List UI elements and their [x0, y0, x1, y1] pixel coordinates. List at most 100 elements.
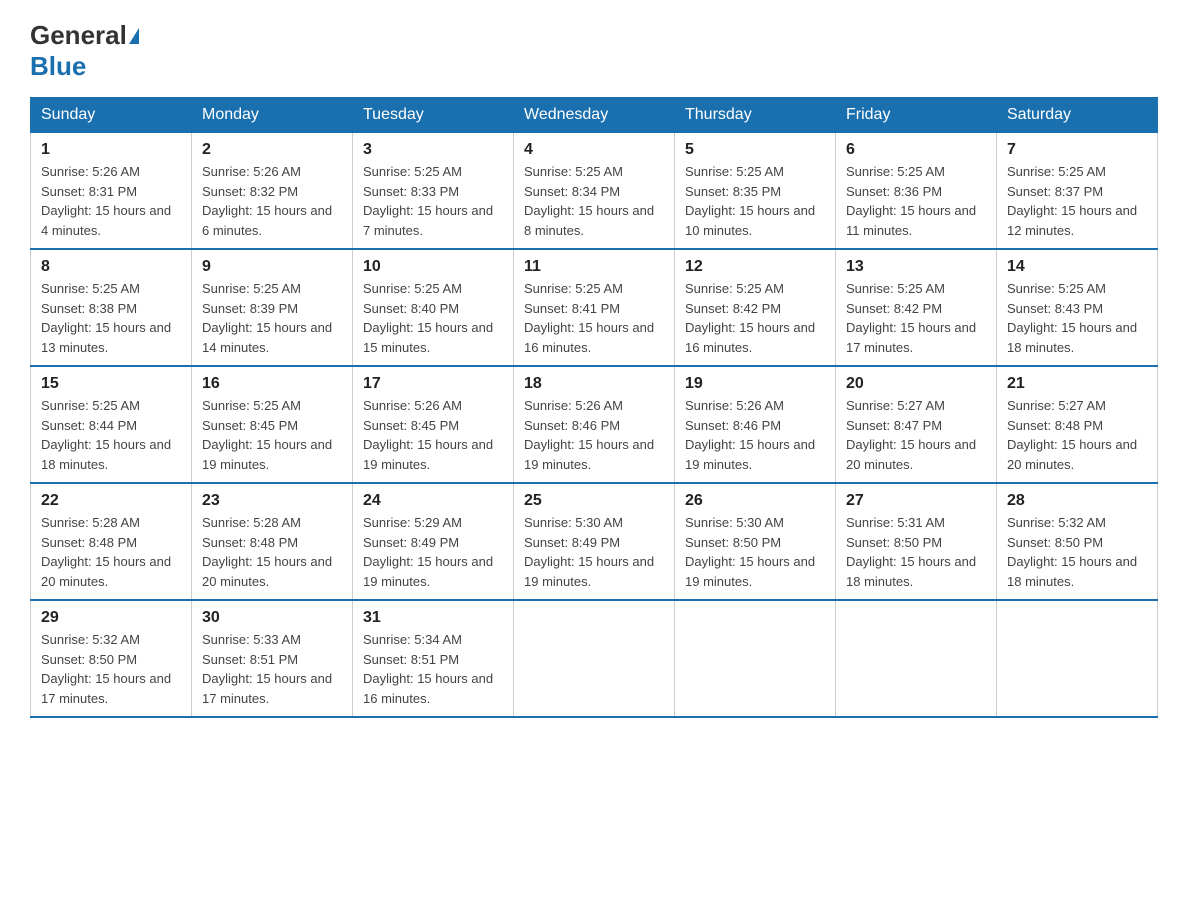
day-info: Sunrise: 5:31 AMSunset: 8:50 PMDaylight:… [846, 515, 976, 589]
day-number: 22 [41, 492, 181, 510]
day-info: Sunrise: 5:25 AMSunset: 8:40 PMDaylight:… [363, 281, 493, 355]
day-info: Sunrise: 5:26 AMSunset: 8:46 PMDaylight:… [685, 398, 815, 472]
day-number: 5 [685, 141, 825, 159]
weekday-header-tuesday: Tuesday [353, 98, 514, 133]
day-info: Sunrise: 5:33 AMSunset: 8:51 PMDaylight:… [202, 632, 332, 706]
calendar-cell: 16 Sunrise: 5:25 AMSunset: 8:45 PMDaylig… [192, 366, 353, 483]
day-info: Sunrise: 5:27 AMSunset: 8:48 PMDaylight:… [1007, 398, 1137, 472]
logo-triangle-icon [129, 28, 139, 44]
week-row-1: 1 Sunrise: 5:26 AMSunset: 8:31 PMDayligh… [31, 133, 1158, 250]
day-number: 7 [1007, 141, 1147, 159]
calendar-cell: 3 Sunrise: 5:25 AMSunset: 8:33 PMDayligh… [353, 133, 514, 250]
calendar-cell: 1 Sunrise: 5:26 AMSunset: 8:31 PMDayligh… [31, 133, 192, 250]
day-info: Sunrise: 5:25 AMSunset: 8:35 PMDaylight:… [685, 164, 815, 238]
calendar-cell: 15 Sunrise: 5:25 AMSunset: 8:44 PMDaylig… [31, 366, 192, 483]
weekday-header-wednesday: Wednesday [514, 98, 675, 133]
day-number: 28 [1007, 492, 1147, 510]
calendar-cell: 24 Sunrise: 5:29 AMSunset: 8:49 PMDaylig… [353, 483, 514, 600]
logo-blue-text: Blue [30, 51, 86, 82]
day-info: Sunrise: 5:25 AMSunset: 8:37 PMDaylight:… [1007, 164, 1137, 238]
week-row-2: 8 Sunrise: 5:25 AMSunset: 8:38 PMDayligh… [31, 249, 1158, 366]
calendar-cell: 13 Sunrise: 5:25 AMSunset: 8:42 PMDaylig… [836, 249, 997, 366]
day-info: Sunrise: 5:25 AMSunset: 8:41 PMDaylight:… [524, 281, 654, 355]
calendar-cell: 2 Sunrise: 5:26 AMSunset: 8:32 PMDayligh… [192, 133, 353, 250]
day-info: Sunrise: 5:32 AMSunset: 8:50 PMDaylight:… [41, 632, 171, 706]
calendar-cell: 29 Sunrise: 5:32 AMSunset: 8:50 PMDaylig… [31, 600, 192, 717]
day-info: Sunrise: 5:28 AMSunset: 8:48 PMDaylight:… [41, 515, 171, 589]
day-info: Sunrise: 5:25 AMSunset: 8:43 PMDaylight:… [1007, 281, 1137, 355]
calendar-cell: 12 Sunrise: 5:25 AMSunset: 8:42 PMDaylig… [675, 249, 836, 366]
day-number: 27 [846, 492, 986, 510]
calendar-cell: 22 Sunrise: 5:28 AMSunset: 8:48 PMDaylig… [31, 483, 192, 600]
calendar-cell: 4 Sunrise: 5:25 AMSunset: 8:34 PMDayligh… [514, 133, 675, 250]
day-number: 26 [685, 492, 825, 510]
day-info: Sunrise: 5:25 AMSunset: 8:45 PMDaylight:… [202, 398, 332, 472]
day-number: 20 [846, 375, 986, 393]
calendar-cell [997, 600, 1158, 717]
weekday-header-monday: Monday [192, 98, 353, 133]
day-number: 15 [41, 375, 181, 393]
calendar-cell: 23 Sunrise: 5:28 AMSunset: 8:48 PMDaylig… [192, 483, 353, 600]
day-number: 10 [363, 258, 503, 276]
day-info: Sunrise: 5:25 AMSunset: 8:33 PMDaylight:… [363, 164, 493, 238]
day-info: Sunrise: 5:25 AMSunset: 8:42 PMDaylight:… [846, 281, 976, 355]
calendar-cell: 21 Sunrise: 5:27 AMSunset: 8:48 PMDaylig… [997, 366, 1158, 483]
calendar-cell: 5 Sunrise: 5:25 AMSunset: 8:35 PMDayligh… [675, 133, 836, 250]
calendar-cell: 19 Sunrise: 5:26 AMSunset: 8:46 PMDaylig… [675, 366, 836, 483]
calendar-cell: 28 Sunrise: 5:32 AMSunset: 8:50 PMDaylig… [997, 483, 1158, 600]
day-number: 21 [1007, 375, 1147, 393]
page-header: General Blue [30, 20, 1158, 82]
calendar-cell: 30 Sunrise: 5:33 AMSunset: 8:51 PMDaylig… [192, 600, 353, 717]
day-info: Sunrise: 5:25 AMSunset: 8:38 PMDaylight:… [41, 281, 171, 355]
calendar-cell: 6 Sunrise: 5:25 AMSunset: 8:36 PMDayligh… [836, 133, 997, 250]
day-number: 19 [685, 375, 825, 393]
calendar-cell: 18 Sunrise: 5:26 AMSunset: 8:46 PMDaylig… [514, 366, 675, 483]
calendar-cell [514, 600, 675, 717]
day-info: Sunrise: 5:26 AMSunset: 8:45 PMDaylight:… [363, 398, 493, 472]
calendar-cell: 11 Sunrise: 5:25 AMSunset: 8:41 PMDaylig… [514, 249, 675, 366]
weekday-header-thursday: Thursday [675, 98, 836, 133]
calendar-cell: 10 Sunrise: 5:25 AMSunset: 8:40 PMDaylig… [353, 249, 514, 366]
calendar-table: SundayMondayTuesdayWednesdayThursdayFrid… [30, 97, 1158, 718]
calendar-cell: 26 Sunrise: 5:30 AMSunset: 8:50 PMDaylig… [675, 483, 836, 600]
week-row-3: 15 Sunrise: 5:25 AMSunset: 8:44 PMDaylig… [31, 366, 1158, 483]
calendar-cell: 27 Sunrise: 5:31 AMSunset: 8:50 PMDaylig… [836, 483, 997, 600]
day-number: 2 [202, 141, 342, 159]
week-row-5: 29 Sunrise: 5:32 AMSunset: 8:50 PMDaylig… [31, 600, 1158, 717]
day-number: 12 [685, 258, 825, 276]
day-info: Sunrise: 5:25 AMSunset: 8:44 PMDaylight:… [41, 398, 171, 472]
day-number: 8 [41, 258, 181, 276]
calendar-cell: 25 Sunrise: 5:30 AMSunset: 8:49 PMDaylig… [514, 483, 675, 600]
weekday-header-row: SundayMondayTuesdayWednesdayThursdayFrid… [31, 98, 1158, 133]
day-info: Sunrise: 5:29 AMSunset: 8:49 PMDaylight:… [363, 515, 493, 589]
day-info: Sunrise: 5:30 AMSunset: 8:50 PMDaylight:… [685, 515, 815, 589]
day-info: Sunrise: 5:25 AMSunset: 8:34 PMDaylight:… [524, 164, 654, 238]
day-number: 30 [202, 609, 342, 627]
day-number: 24 [363, 492, 503, 510]
calendar-cell: 14 Sunrise: 5:25 AMSunset: 8:43 PMDaylig… [997, 249, 1158, 366]
day-number: 6 [846, 141, 986, 159]
day-info: Sunrise: 5:25 AMSunset: 8:39 PMDaylight:… [202, 281, 332, 355]
weekday-header-saturday: Saturday [997, 98, 1158, 133]
day-info: Sunrise: 5:26 AMSunset: 8:31 PMDaylight:… [41, 164, 171, 238]
day-number: 9 [202, 258, 342, 276]
calendar-cell: 20 Sunrise: 5:27 AMSunset: 8:47 PMDaylig… [836, 366, 997, 483]
day-number: 29 [41, 609, 181, 627]
calendar-cell: 7 Sunrise: 5:25 AMSunset: 8:37 PMDayligh… [997, 133, 1158, 250]
calendar-cell: 31 Sunrise: 5:34 AMSunset: 8:51 PMDaylig… [353, 600, 514, 717]
logo: General Blue [30, 20, 139, 82]
day-number: 3 [363, 141, 503, 159]
day-info: Sunrise: 5:34 AMSunset: 8:51 PMDaylight:… [363, 632, 493, 706]
day-info: Sunrise: 5:25 AMSunset: 8:36 PMDaylight:… [846, 164, 976, 238]
day-number: 14 [1007, 258, 1147, 276]
day-number: 4 [524, 141, 664, 159]
day-number: 23 [202, 492, 342, 510]
day-info: Sunrise: 5:26 AMSunset: 8:46 PMDaylight:… [524, 398, 654, 472]
day-number: 16 [202, 375, 342, 393]
day-number: 11 [524, 258, 664, 276]
weekday-header-sunday: Sunday [31, 98, 192, 133]
day-number: 31 [363, 609, 503, 627]
week-row-4: 22 Sunrise: 5:28 AMSunset: 8:48 PMDaylig… [31, 483, 1158, 600]
calendar-cell: 8 Sunrise: 5:25 AMSunset: 8:38 PMDayligh… [31, 249, 192, 366]
day-info: Sunrise: 5:25 AMSunset: 8:42 PMDaylight:… [685, 281, 815, 355]
